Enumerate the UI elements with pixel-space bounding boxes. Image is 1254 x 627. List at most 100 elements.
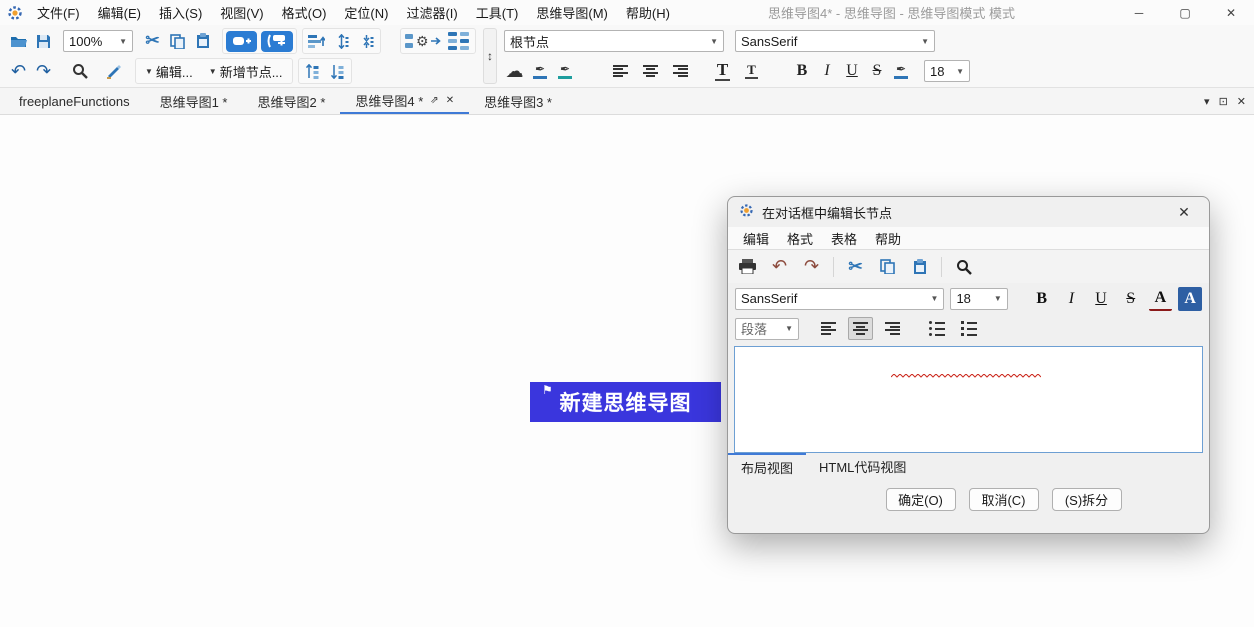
map-canvas[interactable]: ⚑ 新建思维导图 在对话框中编辑长节点 ✕ 编辑 格式 表格 帮助 ↶ ↷ ✂	[0, 115, 1254, 627]
align-center-icon[interactable]	[640, 61, 661, 82]
menu-item-help[interactable]: 帮助(H)	[617, 0, 679, 25]
dialog-menu-format[interactable]: 格式	[778, 229, 822, 248]
menu-item-tools[interactable]: 工具(T)	[467, 0, 528, 25]
dialog-font-size-select[interactable]: 18▼	[950, 288, 1007, 310]
dialog-font-color-button[interactable]: A	[1149, 287, 1173, 311]
increase-font-size-icon[interactable]: T	[712, 61, 733, 82]
node-color-icon[interactable]: ✒	[530, 63, 550, 79]
save-icon[interactable]	[33, 31, 54, 52]
panel-close-icon[interactable]: ✕	[1237, 95, 1246, 108]
dialog-title: 在对话框中编辑长节点	[762, 203, 892, 222]
dialog-align-left-button[interactable]	[816, 317, 841, 340]
increase-vertical-gap-icon[interactable]	[331, 31, 352, 52]
dialog-italic-button[interactable]: I	[1060, 287, 1084, 311]
maximize-icon[interactable]: ▢	[1162, 0, 1208, 25]
search-icon[interactable]	[69, 61, 90, 82]
menu-item-insert[interactable]: 插入(S)	[150, 0, 211, 25]
move-node-up-icon[interactable]	[302, 61, 323, 82]
decrease-vertical-gap-icon[interactable]	[356, 31, 377, 52]
node-text-editor[interactable]	[734, 346, 1203, 453]
tab-map2[interactable]: 思维导图2 *	[242, 88, 340, 114]
cancel-button[interactable]: 取消(C)	[969, 488, 1039, 511]
open-file-icon[interactable]	[8, 31, 29, 52]
manage-node-conditional-styles-icon[interactable]: ⚙	[404, 31, 442, 52]
dialog-align-center-button[interactable]	[848, 317, 873, 340]
tab-layout-view[interactable]: 布局视图	[728, 453, 806, 480]
dialog-align-right-button[interactable]	[880, 317, 905, 340]
main-toolbar: 100%▼ ✂	[0, 25, 1254, 88]
decrease-font-size-icon[interactable]: T	[741, 61, 762, 82]
dialog-strikethrough-button[interactable]: S	[1119, 287, 1143, 311]
menubar: 文件(F) 编辑(E) 插入(S) 视图(V) 格式(O) 定位(N) 过滤器(…	[28, 0, 679, 25]
selected-root-node[interactable]: ⚑ 新建思维导图	[530, 382, 721, 422]
dialog-bold-button[interactable]: B	[1030, 287, 1054, 311]
dialog-close-icon[interactable]: ✕	[1170, 197, 1198, 227]
menu-item-format[interactable]: 格式(O)	[273, 0, 336, 25]
new-sibling-node-button[interactable]	[261, 31, 293, 52]
node-grid-icon[interactable]	[446, 31, 472, 52]
cloud-icon[interactable]: ☁	[504, 61, 525, 82]
bullet-list-icon[interactable]	[924, 317, 949, 340]
redo-icon[interactable]: ↷	[801, 256, 822, 277]
menu-item-navigate[interactable]: 定位(N)	[335, 0, 397, 25]
menu-item-view[interactable]: 视图(V)	[211, 0, 272, 25]
paste-icon[interactable]	[192, 31, 213, 52]
align-right-icon[interactable]	[670, 61, 691, 82]
redo-icon[interactable]: ↷	[33, 61, 54, 82]
cut-icon[interactable]: ✂	[142, 31, 163, 52]
node-levels-icon[interactable]	[306, 31, 327, 52]
format-painter-icon[interactable]	[103, 61, 124, 82]
panel-float-icon[interactable]: ⊡	[1219, 95, 1228, 108]
undo-icon[interactable]: ↶	[8, 61, 29, 82]
tab-map3[interactable]: 思维导图3 *	[469, 88, 567, 114]
detach-tab-icon[interactable]: ⇗	[430, 95, 438, 106]
toolbar-splitter-handle[interactable]: ↕	[483, 28, 497, 84]
ok-button[interactable]: 确定(O)	[886, 488, 956, 511]
menu-item-filter[interactable]: 过滤器(I)	[397, 0, 466, 25]
menu-item-edit[interactable]: 编辑(E)	[89, 0, 150, 25]
numbered-list-icon[interactable]	[956, 317, 981, 340]
underline-button[interactable]: U	[841, 60, 863, 82]
edge-color-icon[interactable]: ✒	[555, 63, 575, 79]
menu-item-file[interactable]: 文件(F)	[28, 0, 89, 25]
paragraph-style-select[interactable]: 段落▼	[735, 318, 799, 340]
font-size-select[interactable]: 18▼	[924, 60, 970, 82]
new-child-node-button[interactable]	[226, 31, 257, 52]
dialog-background-color-button[interactable]: A	[1178, 287, 1202, 311]
dialog-menu-edit[interactable]: 编辑	[734, 229, 778, 248]
font-color-icon[interactable]: ✒	[891, 63, 911, 79]
tab-freeplanefunctions[interactable]: freeplaneFunctions	[4, 88, 145, 114]
undo-icon[interactable]: ↶	[769, 256, 790, 277]
zoom-select[interactable]: 100%▼	[63, 30, 133, 52]
print-icon[interactable]	[737, 256, 758, 277]
close-tab-icon[interactable]: ✕	[446, 95, 454, 106]
font-family-select[interactable]: SansSerif▼	[735, 30, 935, 52]
dialog-menu-help[interactable]: 帮助	[866, 229, 910, 248]
dialog-font-family-select[interactable]: SansSerif▼	[735, 288, 944, 310]
move-node-down-icon[interactable]	[327, 61, 348, 82]
dialog-menu-table[interactable]: 表格	[822, 229, 866, 248]
italic-button[interactable]: I	[816, 60, 838, 82]
tab-map1[interactable]: 思维导图1 *	[145, 88, 243, 114]
search-icon[interactable]	[953, 256, 974, 277]
bold-button[interactable]: B	[791, 60, 813, 82]
cut-icon[interactable]: ✂	[845, 256, 866, 277]
copy-icon[interactable]	[167, 31, 188, 52]
close-icon[interactable]: ✕	[1208, 0, 1254, 25]
add-node-dropdown-label: 新增节点...	[220, 62, 283, 81]
window-title: 思维导图4* - 思维导图 - 思维导图模式 模式	[768, 0, 1015, 25]
paste-icon[interactable]	[909, 256, 930, 277]
edit-dropdown-button[interactable]: ▼ 编辑...	[139, 60, 199, 82]
align-left-icon[interactable]	[610, 61, 631, 82]
node-style-select[interactable]: 根节点▼	[504, 30, 724, 52]
strikethrough-button[interactable]: S	[866, 60, 888, 82]
tab-html-view[interactable]: HTML代码视图	[806, 453, 919, 480]
panel-menu-icon[interactable]: ▾	[1204, 95, 1210, 108]
split-button[interactable]: (S)拆分	[1052, 488, 1122, 511]
minimize-icon[interactable]: ─	[1116, 0, 1162, 25]
menu-item-map[interactable]: 思维导图(M)	[527, 0, 617, 25]
add-node-dropdown-button[interactable]: ▼ 新增节点...	[203, 60, 289, 82]
dialog-underline-button[interactable]: U	[1089, 287, 1113, 311]
copy-icon[interactable]	[877, 256, 898, 277]
tab-map4[interactable]: 思维导图4 * ⇗ ✕	[340, 88, 469, 114]
